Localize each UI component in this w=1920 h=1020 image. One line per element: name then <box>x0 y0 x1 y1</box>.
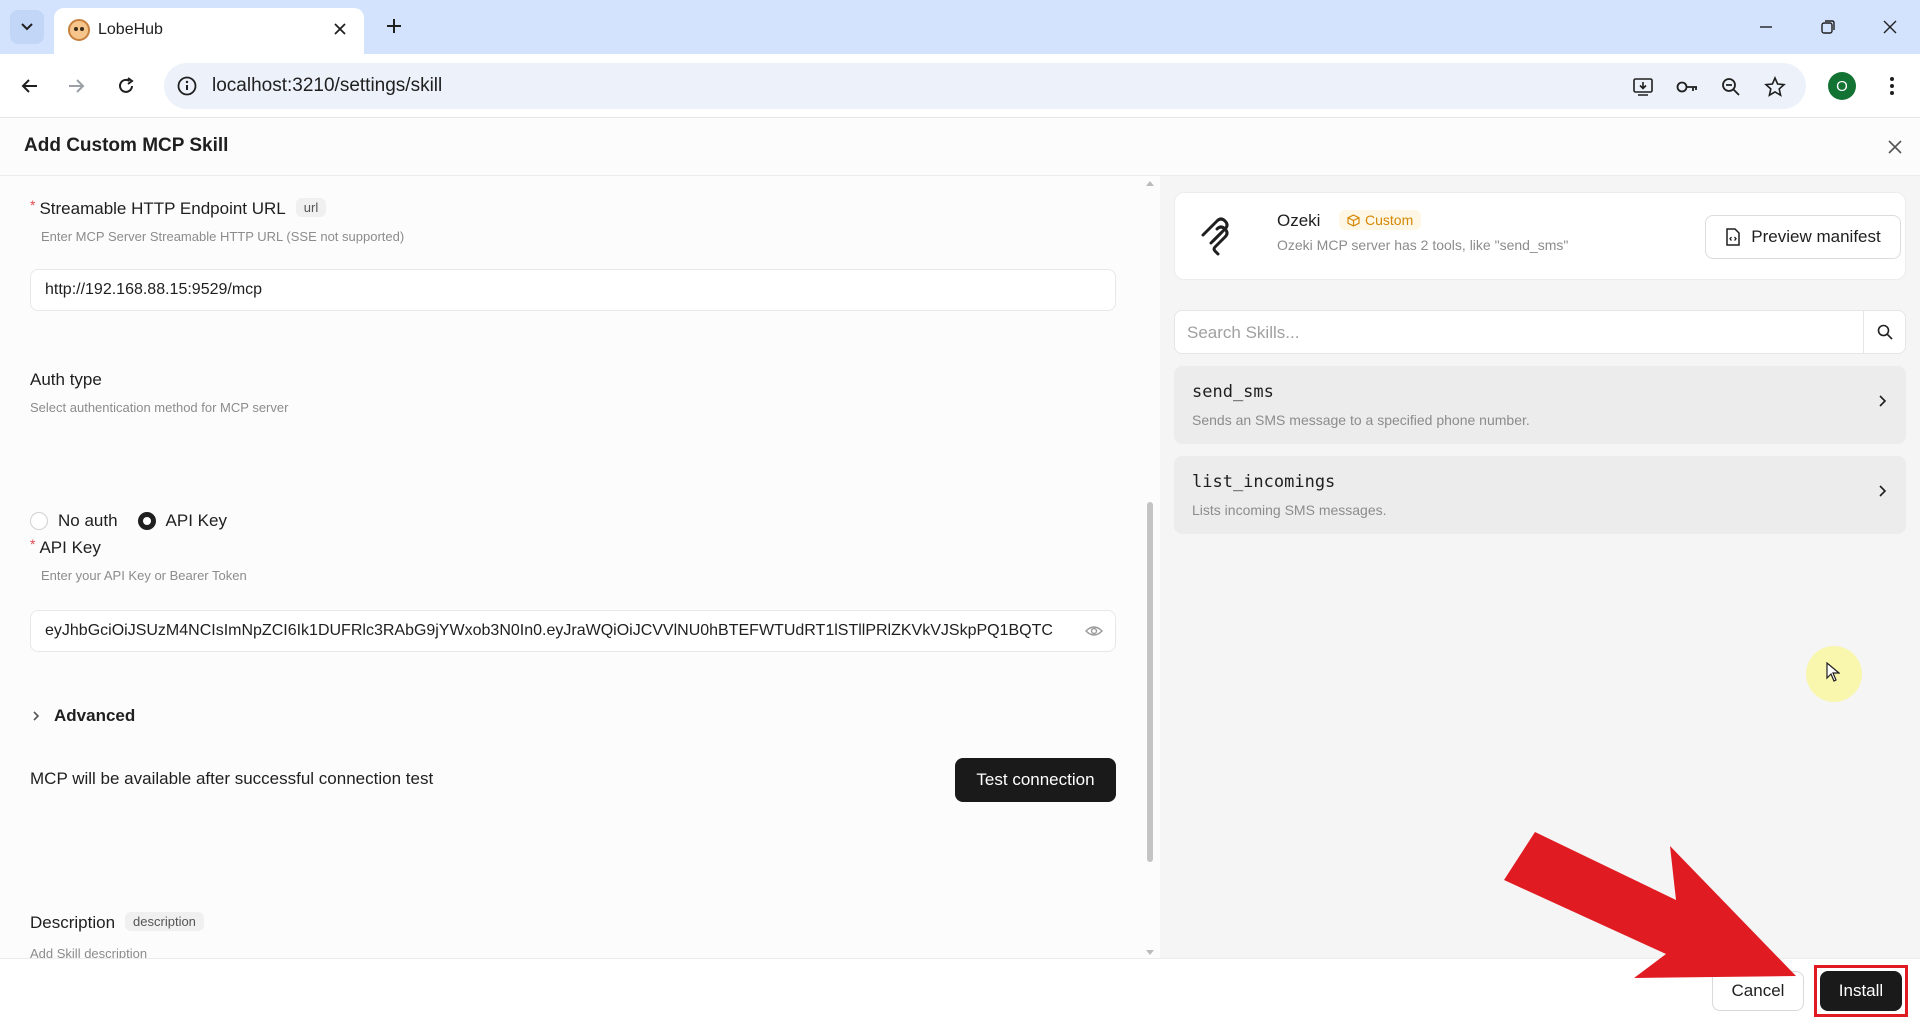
site-info-icon[interactable] <box>176 75 198 97</box>
skill-info-card: Ozeki Custom Ozeki MCP server has 2 tool… <box>1174 192 1906 280</box>
tab-close-icon[interactable] <box>328 17 352 41</box>
tool-item-send-sms[interactable]: send_sms Sends an SMS message to a speci… <box>1174 366 1906 444</box>
url-text: localhost:3210/settings/skill <box>212 75 443 96</box>
password-key-icon[interactable] <box>1674 74 1700 100</box>
package-icon <box>1347 213 1360 227</box>
no-auth-radio[interactable] <box>30 512 48 530</box>
api-key-input[interactable]: eyJhbGciOiJSUzM4NCIsImNpZCI6Ik1DUFRlc3RA… <box>30 610 1116 652</box>
file-code-icon <box>1726 228 1741 246</box>
no-auth-label[interactable]: No auth <box>58 511 118 531</box>
eye-icon[interactable] <box>1085 623 1103 639</box>
skill-form: * Streamable HTTP Endpoint URL url Enter M… <box>0 176 1160 958</box>
chevron-right-icon <box>1879 395 1887 407</box>
browser-tab[interactable]: LobeHub <box>54 8 364 54</box>
api-key-hint: Enter your API Key or Bearer Token <box>41 568 247 583</box>
tab-title: LobeHub <box>98 21 163 38</box>
description-label-text: Description <box>30 913 116 932</box>
scroll-up-icon[interactable] <box>1146 180 1154 186</box>
tab-search-button[interactable] <box>10 10 44 44</box>
skill-name: Ozeki <box>1277 211 1321 230</box>
modal-close-icon[interactable] <box>1882 134 1908 160</box>
tool-name: list_incomings <box>1192 472 1336 492</box>
modal-title: Add Custom MCP Skill <box>24 135 229 156</box>
api-key-option-label[interactable]: API Key <box>166 511 227 531</box>
tool-description: Sends an SMS message to a specified phon… <box>1192 412 1530 428</box>
endpoint-label: * Streamable HTTP Endpoint URL url <box>30 197 327 219</box>
browser-menu-icon[interactable] <box>1880 72 1904 100</box>
auth-type-hint: Select authentication method for MCP ser… <box>30 400 289 415</box>
browser-tabstrip: LobeHub <box>0 0 1920 54</box>
search-icon <box>1877 324 1893 340</box>
restore-icon[interactable] <box>1808 12 1848 42</box>
skill-summary: Ozeki MCP server has 2 tools, like "send… <box>1277 237 1569 253</box>
endpoint-hint: Enter MCP Server Streamable HTTP URL (SS… <box>41 229 405 244</box>
address-bar[interactable]: localhost:3210/settings/skill <box>164 63 1806 109</box>
tool-description: Lists incoming SMS messages. <box>1192 502 1387 518</box>
install-button[interactable]: Install <box>1820 971 1902 1011</box>
search-button[interactable] <box>1863 311 1905 353</box>
modal-footer: Cancel Install <box>0 958 1920 1020</box>
advanced-toggle[interactable]: Advanced <box>30 706 135 726</box>
scroll-down-icon[interactable] <box>1146 950 1154 956</box>
install-app-icon[interactable] <box>1630 74 1656 100</box>
form-scrollbar-thumb[interactable] <box>1147 502 1153 862</box>
api-key-radio[interactable] <box>137 512 156 530</box>
test-connection-button[interactable]: Test connection <box>955 758 1116 802</box>
tool-item-list-incomings[interactable]: list_incomings Lists incoming SMS messag… <box>1174 456 1906 534</box>
preview-manifest-button[interactable]: Preview manifest <box>1705 215 1901 259</box>
zoom-icon[interactable] <box>1718 74 1744 100</box>
profile-avatar[interactable]: O <box>1828 72 1856 100</box>
description-row: Description description <box>30 912 204 933</box>
description-hint: Add Skill description <box>30 946 148 958</box>
install-highlight-frame: Install <box>1814 965 1908 1017</box>
search-skills-input[interactable]: Search Skills... <box>1174 310 1906 354</box>
tool-name: send_sms <box>1192 382 1274 402</box>
mcp-logo-icon <box>1201 217 1229 256</box>
chevron-right-icon <box>33 711 40 721</box>
reload-icon[interactable] <box>110 70 142 102</box>
endpoint-tag: url <box>295 198 327 217</box>
skill-preview-pane: Ozeki Custom Ozeki MCP server has 2 tool… <box>1160 176 1920 958</box>
custom-badge: Custom <box>1339 210 1422 230</box>
forward-arrow-icon[interactable] <box>60 70 92 102</box>
required-marker: * <box>30 536 36 552</box>
browser-toolbar: localhost:3210/settings/skill O <box>0 54 1920 118</box>
cursor-highlight <box>1806 646 1862 702</box>
advanced-label: Advanced <box>54 706 136 725</box>
bookmark-star-icon[interactable] <box>1762 74 1788 100</box>
cancel-button[interactable]: Cancel <box>1712 971 1804 1011</box>
chevron-right-icon <box>1879 485 1887 497</box>
search-placeholder: Search Skills... <box>1187 323 1300 342</box>
api-key-label: * API Key <box>30 536 101 557</box>
connection-note: MCP will be available after successful c… <box>30 769 434 788</box>
modal-header: Add Custom MCP Skill <box>0 118 1920 176</box>
endpoint-url-input[interactable]: http://192.168.88.15:9529/mcp <box>30 269 1116 311</box>
minimize-icon[interactable] <box>1746 12 1786 42</box>
add-mcp-skill-modal: Add Custom MCP Skill * Streamable HTTP En… <box>0 118 1920 1020</box>
new-tab-icon[interactable] <box>380 12 408 40</box>
lobehub-favicon-icon <box>68 19 90 41</box>
auth-type-label: Auth type <box>30 370 102 389</box>
required-marker: * <box>30 197 36 213</box>
auth-type-radio-group: No auth API Key <box>30 511 247 531</box>
window-close-icon[interactable] <box>1870 12 1910 42</box>
mouse-cursor-icon <box>1826 662 1840 682</box>
api-key-value: eyJhbGciOiJSUzM4NCIsImNpZCI6Ik1DUFRlc3RA… <box>45 622 1053 639</box>
chevron-down-icon <box>21 23 33 31</box>
description-tag-visible: description <box>125 912 204 931</box>
back-arrow-icon[interactable] <box>14 70 46 102</box>
